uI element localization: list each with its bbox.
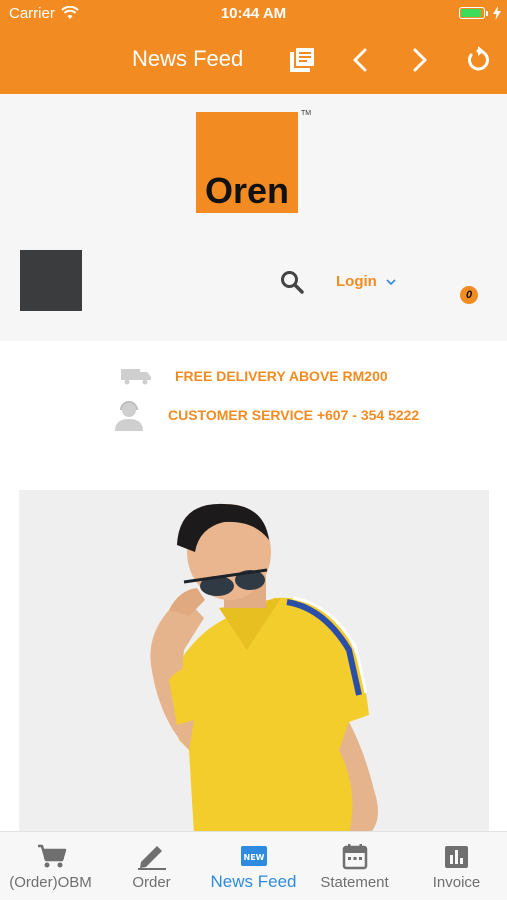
model-illustration bbox=[19, 490, 489, 834]
cart-icon bbox=[38, 844, 67, 868]
bar-chart-icon bbox=[445, 846, 468, 868]
oren-logo[interactable]: Oren bbox=[196, 112, 298, 213]
new-badge-text: NEW bbox=[244, 853, 265, 862]
tab-statement[interactable]: Statement bbox=[304, 832, 405, 901]
tab-order-obm[interactable]: (Order)OBM bbox=[0, 832, 101, 901]
pencil-icon bbox=[138, 846, 166, 870]
truck-icon bbox=[121, 369, 151, 385]
bookmarks-icon[interactable] bbox=[288, 46, 316, 74]
delivery-info: FREE DELIVERY ABOVE RM200 bbox=[0, 364, 507, 388]
chevron-down-icon[interactable] bbox=[386, 278, 396, 286]
login-link[interactable]: Login bbox=[336, 273, 377, 290]
refresh-icon[interactable] bbox=[464, 46, 492, 74]
battery-tip bbox=[486, 11, 488, 16]
charging-bolt-icon bbox=[493, 6, 501, 20]
tab-order[interactable]: Order bbox=[101, 832, 202, 901]
status-bar: Carrier 10:44 AM bbox=[0, 0, 507, 28]
new-badge-icon: NEW bbox=[241, 846, 267, 866]
battery-icon bbox=[459, 7, 485, 19]
back-arrow-icon[interactable] bbox=[347, 46, 375, 74]
customer-service-text: CUSTOMER SERVICE +607 - 354 5222 bbox=[168, 407, 420, 423]
tab-invoice[interactable]: Invoice bbox=[406, 832, 507, 901]
cart-count-badge[interactable]: 0 bbox=[460, 286, 478, 304]
tab-label: Invoice bbox=[432, 874, 481, 891]
tab-label: (Order)OBM bbox=[9, 874, 92, 891]
bottom-tab-bar: (Order)OBM Order NEW News Feed Statement bbox=[0, 831, 507, 900]
logo-trademark: TM bbox=[301, 110, 312, 117]
tab-label: News Feed bbox=[210, 872, 297, 891]
clock: 10:44 AM bbox=[220, 5, 287, 22]
calendar-icon bbox=[342, 844, 368, 870]
hero-banner-image[interactable] bbox=[19, 490, 489, 834]
nav-title: News Feed bbox=[132, 46, 244, 71]
search-icon[interactable] bbox=[280, 270, 304, 294]
tab-label: Statement bbox=[320, 874, 389, 891]
customer-service-info: CUSTOMER SERVICE +607 - 354 5222 bbox=[0, 401, 507, 431]
tab-news-feed[interactable]: NEW News Feed bbox=[203, 832, 304, 901]
logo-text: Oren bbox=[204, 170, 290, 211]
customer-service-agent-icon bbox=[115, 401, 143, 431]
tab-label: Order bbox=[132, 874, 171, 891]
nav-bar: News Feed bbox=[0, 28, 507, 94]
free-delivery-text: FREE DELIVERY ABOVE RM200 bbox=[175, 368, 388, 384]
site-header: Oren TM Login 0 bbox=[0, 94, 507, 341]
forward-arrow-icon[interactable] bbox=[405, 46, 433, 74]
menu-placeholder-image[interactable] bbox=[20, 250, 82, 311]
